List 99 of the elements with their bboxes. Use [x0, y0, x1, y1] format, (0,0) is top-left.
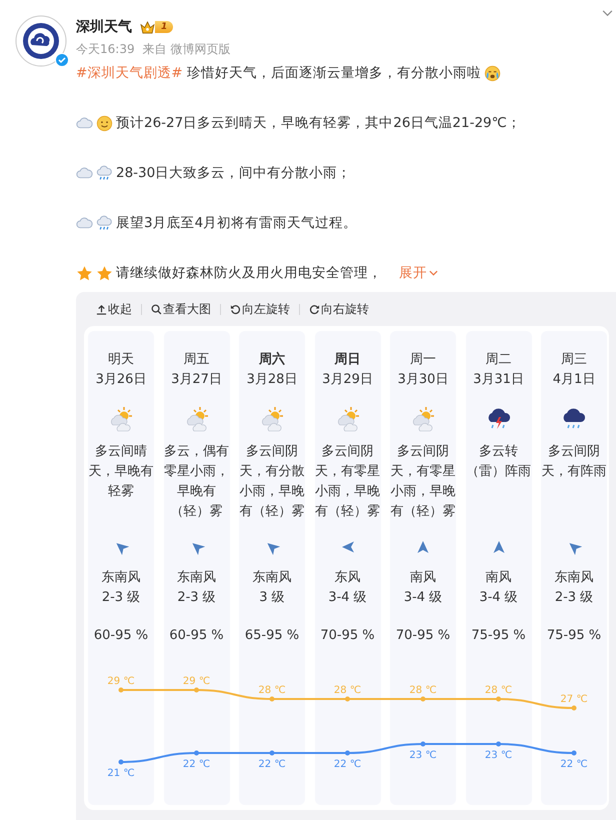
wind-direction: 南风	[410, 569, 436, 587]
temperature-label: 22 ℃	[258, 759, 286, 770]
data-point	[496, 696, 501, 702]
data-point	[118, 688, 124, 692]
search-icon	[151, 304, 162, 314]
weather-description: 多云，偶有零星小雨，早晚有（轻）雾	[164, 443, 230, 521]
data-point	[420, 696, 426, 702]
post-source: 来自 微博网页版	[142, 40, 230, 58]
temperature-label: 23 ℃	[484, 750, 512, 761]
weather-description: 多云间阴天，有阵雨	[541, 443, 607, 481]
logo-icon	[15, 15, 67, 67]
date-label: 3月29日	[322, 371, 373, 389]
day-label: 周一	[410, 351, 436, 369]
humidity: 70-95 %	[396, 627, 450, 645]
data-point	[345, 750, 350, 756]
humidity: 75-95 %	[471, 627, 526, 645]
humidity: 60-95 %	[94, 627, 148, 645]
toolbar-button[interactable]: 查看大图	[149, 300, 213, 318]
wind-level: 3-4 级	[328, 589, 367, 607]
temperature-label: 28 ℃	[334, 685, 362, 696]
wind-direction: 东风	[334, 569, 360, 587]
weather-description: 多云间阴天，有分散小雨，早晚有（轻）雾	[239, 443, 305, 521]
temperature-label: 22 ℃	[182, 759, 210, 770]
humidity: 70-95 %	[320, 627, 375, 645]
rotate-left-icon	[230, 304, 241, 314]
post-text: 请继续做好森林防火及用火用电安全管理，	[116, 264, 382, 282]
date-label: 4月1日	[552, 371, 596, 389]
data-point	[420, 742, 426, 746]
collapse-icon	[96, 304, 107, 314]
level-badge: 1	[155, 21, 174, 33]
date-label: 3月30日	[398, 371, 448, 389]
rain-cloud-icon	[96, 214, 113, 232]
humidity: 60-95 %	[169, 627, 224, 645]
day-label: 周六	[259, 350, 285, 369]
rain-cloud-icon	[96, 164, 113, 182]
day-label: 周二	[486, 351, 512, 369]
data-point	[270, 750, 274, 756]
wind-direction: 南风	[486, 569, 512, 587]
wind-arrow-icon	[416, 540, 430, 554]
temperature-label: 28 ℃	[484, 685, 512, 696]
temperature-label: 23 ℃	[409, 750, 437, 761]
author-name[interactable]: 深圳天气	[76, 18, 132, 36]
temperature-label: 27 ℃	[560, 694, 588, 705]
wind-direction: 东南风	[177, 569, 216, 587]
wind-direction: 东南风	[554, 569, 594, 587]
temperature-label: 22 ℃	[334, 759, 362, 770]
wind-level: 3-4 级	[404, 589, 442, 607]
chevron-down-icon	[429, 270, 438, 276]
wind-level: 2-3 级	[177, 589, 216, 607]
weather-description: 多云间晴天，早晚有轻雾	[88, 443, 154, 501]
day-label: 明天	[108, 351, 134, 369]
temperature-label: 21 ℃	[107, 768, 135, 778]
star-icon	[76, 264, 93, 282]
wind-arrow-icon	[340, 540, 354, 554]
toolbar-button[interactable]: 向左旋转	[228, 300, 292, 318]
collapse-chevron-icon[interactable]	[602, 10, 613, 17]
temperature-label: 29 ℃	[182, 676, 210, 687]
post-text: 展望3月底至4月初将有雷雨天气过程。	[116, 214, 358, 232]
post-text: 预计26-27日多云到晴天，早晚有轻雾，其中26日气温21-29℃；	[116, 114, 521, 132]
data-point	[194, 750, 199, 756]
wind-level: 2-3 级	[102, 589, 140, 607]
date-label: 3月27日	[171, 371, 222, 389]
wind-direction: 东南风	[102, 569, 140, 587]
wind-direction: 东南风	[252, 569, 292, 587]
wind-arrow-icon	[492, 540, 506, 554]
weather-description: 多云间阴天，有零星小雨，早晚有（轻）雾	[390, 443, 456, 521]
data-point	[496, 742, 501, 746]
weather-description: 多云转（雷）阵雨	[466, 443, 532, 481]
post-text: 28-30日大致多云，间中有分散小雨；	[116, 164, 352, 182]
temperature-label: 29 ℃	[107, 676, 135, 687]
date-label: 3月28日	[246, 371, 298, 389]
day-label: 周日	[334, 351, 360, 369]
data-point	[118, 760, 124, 764]
toolbar-button[interactable]: 收起	[94, 300, 134, 318]
star-icon	[96, 264, 113, 282]
temperature-label: 28 ℃	[258, 685, 286, 696]
smiley-icon	[96, 114, 113, 132]
data-point	[194, 688, 199, 692]
wind-level: 3 级	[259, 589, 285, 607]
data-point	[345, 696, 350, 702]
post-text: #深圳天气剧透# 珍惜好天气，后面逐渐云量增多，有分散小雨啦	[76, 64, 481, 82]
crown-icon	[140, 20, 155, 34]
date-label: 3月26日	[96, 371, 146, 389]
weather-description: 多云间阴天，有零星小雨，早晚有（轻）雾	[314, 443, 380, 521]
day-label: 周三	[561, 351, 587, 369]
rotate-right-icon	[309, 304, 320, 314]
wind-level: 2-3 级	[554, 589, 594, 607]
humidity: 75-95 %	[546, 627, 602, 645]
data-point	[572, 706, 576, 710]
temperature-label: 22 ℃	[560, 759, 588, 770]
day-label: 周五	[184, 351, 210, 369]
temperature-label: 28 ℃	[409, 685, 437, 696]
crying-face-icon	[484, 64, 501, 82]
data-point	[270, 696, 274, 702]
date-label: 3月31日	[473, 371, 524, 389]
toolbar-button[interactable]: 向右旋转	[307, 300, 371, 318]
data-point	[572, 750, 576, 756]
wind-level: 3-4 级	[479, 589, 518, 607]
humidity: 65-95 %	[244, 627, 300, 645]
